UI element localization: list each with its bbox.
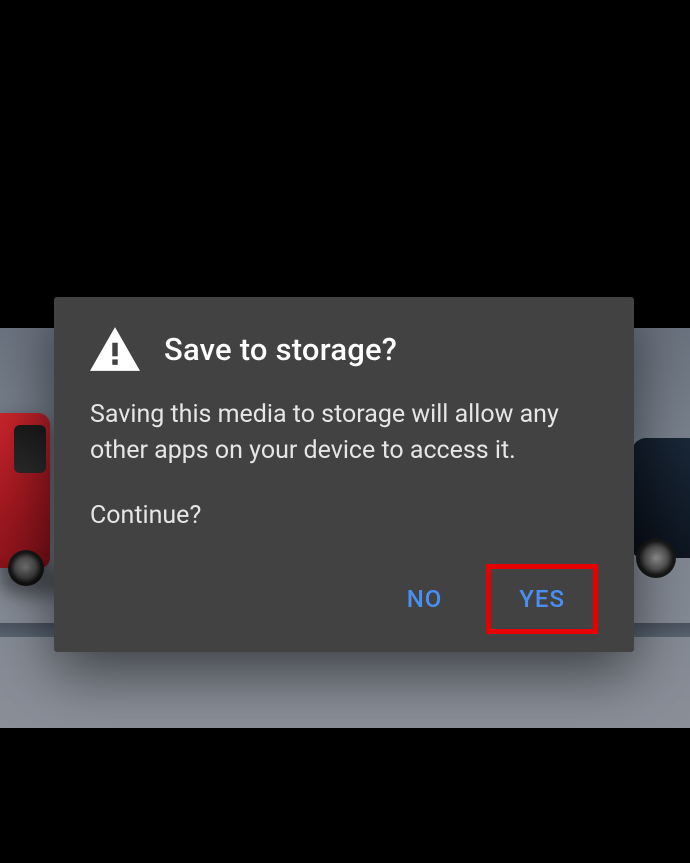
- save-to-storage-dialog: Save to storage? Saving this media to st…: [54, 297, 634, 652]
- warning-icon: [90, 327, 140, 371]
- dialog-body: Saving this media to storage will allow …: [90, 397, 598, 534]
- no-button[interactable]: NO: [389, 573, 461, 625]
- dialog-message-line1: Saving this media to storage will allow …: [90, 397, 598, 468]
- background-car-red: [0, 413, 50, 568]
- background-car-dark: [632, 438, 690, 558]
- yes-button-highlight: YES: [486, 564, 598, 634]
- dialog-message-line2: Continue?: [90, 498, 598, 534]
- dialog-actions: NO YES: [90, 564, 598, 634]
- dialog-header: Save to storage?: [90, 327, 598, 371]
- yes-button[interactable]: YES: [497, 579, 587, 619]
- dialog-title: Save to storage?: [164, 331, 397, 368]
